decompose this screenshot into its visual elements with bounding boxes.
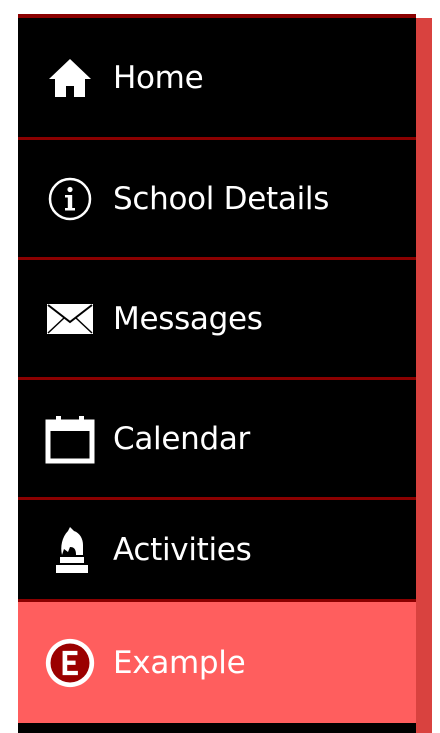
letter-e-circle-icon xyxy=(44,637,96,689)
sidebar-item-school-details[interactable]: School Details xyxy=(18,140,416,260)
sidebar-item-label: Home xyxy=(113,59,204,96)
sidebar-item-messages[interactable]: Messages xyxy=(18,260,416,380)
sidebar-item-home[interactable]: Home xyxy=(18,18,416,140)
envelope-icon xyxy=(44,293,96,345)
scrollbar[interactable] xyxy=(416,18,432,733)
info-icon xyxy=(44,173,96,225)
sidebar-item-label: Activities xyxy=(113,531,252,568)
sidebar-item-example[interactable]: Example xyxy=(18,602,416,723)
sidebar-item-activities[interactable]: Activities xyxy=(18,500,416,602)
navigation-sidebar: Home School Details Messages Calendar Ac… xyxy=(18,14,416,733)
sidebar-item-label: School Details xyxy=(113,180,330,217)
sidebar-item-label: Example xyxy=(113,644,246,681)
calendar-icon xyxy=(44,413,96,465)
sidebar-item-label: Messages xyxy=(113,300,263,337)
sidebar-item-label: Calendar xyxy=(113,420,250,457)
sidebar-item-calendar[interactable]: Calendar xyxy=(18,380,416,500)
chess-knight-icon xyxy=(44,524,96,576)
home-icon xyxy=(44,52,96,104)
